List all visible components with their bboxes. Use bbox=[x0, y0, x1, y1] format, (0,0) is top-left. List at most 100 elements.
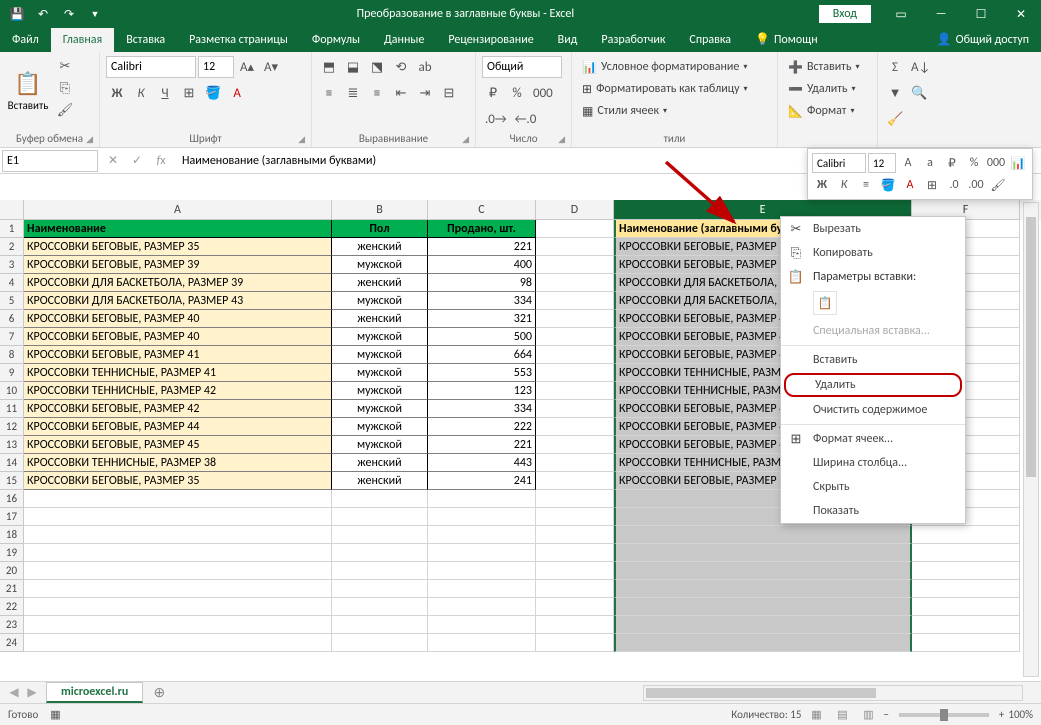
font-color-icon[interactable]: A bbox=[226, 82, 248, 104]
currency-icon[interactable]: ₽ bbox=[482, 82, 504, 104]
cell[interactable] bbox=[428, 598, 536, 616]
mini-font-combo[interactable]: Calibri bbox=[812, 153, 866, 173]
cell[interactable] bbox=[536, 598, 614, 616]
tab-formulas[interactable]: Формулы bbox=[300, 28, 372, 52]
underline-icon[interactable]: Ч bbox=[154, 82, 176, 104]
cell[interactable] bbox=[536, 346, 614, 364]
cell[interactable]: Продано, шт. bbox=[428, 220, 536, 238]
mini-painter-icon[interactable]: 🖌 bbox=[988, 175, 1008, 195]
col-header-D[interactable]: D bbox=[536, 200, 614, 220]
row-header[interactable]: 6 bbox=[0, 310, 24, 328]
cell[interactable]: 400 bbox=[428, 256, 536, 274]
cell[interactable]: КРОССОВКИ ТЕННИСНЫЕ, РАЗМЕР 41 bbox=[24, 364, 332, 382]
ctx-format-cells[interactable]: ⊞Формат ячеек... bbox=[781, 427, 965, 451]
name-box[interactable]: E1 bbox=[2, 150, 98, 172]
row-header[interactable]: 17 bbox=[0, 508, 24, 526]
cell[interactable]: мужской bbox=[332, 292, 428, 310]
ctx-col-width[interactable]: Ширина столбца... bbox=[781, 451, 965, 475]
align-center-icon[interactable]: ≣ bbox=[342, 82, 364, 104]
cell[interactable]: КРОССОВКИ БЕГОВЫЕ, РАЗМЕР 39 bbox=[24, 256, 332, 274]
cell[interactable] bbox=[24, 616, 332, 634]
mini-currency-icon[interactable]: ₽ bbox=[942, 153, 962, 173]
cell[interactable] bbox=[428, 490, 536, 508]
font-size-combo[interactable]: 12 bbox=[198, 56, 234, 78]
macro-icon[interactable]: ▦ bbox=[50, 708, 60, 721]
cell[interactable] bbox=[614, 562, 912, 580]
cell[interactable] bbox=[536, 634, 614, 652]
cell[interactable] bbox=[24, 562, 332, 580]
horizontal-scrollbar[interactable] bbox=[643, 685, 1023, 701]
tab-view[interactable]: Вид bbox=[546, 28, 590, 52]
fx-icon[interactable]: fx bbox=[150, 150, 172, 172]
close-icon[interactable]: ✕ bbox=[1001, 0, 1041, 28]
zoom-level[interactable]: 100% bbox=[1008, 708, 1033, 721]
percent-icon[interactable]: % bbox=[506, 82, 528, 104]
increase-indent-icon[interactable]: ⇥ bbox=[414, 82, 436, 104]
cell[interactable]: КРОССОВКИ ТЕННИСНЫЕ, РАЗМЕР 42 bbox=[24, 382, 332, 400]
cell[interactable] bbox=[614, 580, 912, 598]
cell[interactable] bbox=[536, 490, 614, 508]
minimize-icon[interactable]: — bbox=[921, 0, 961, 28]
cell[interactable] bbox=[536, 364, 614, 382]
cell[interactable] bbox=[536, 328, 614, 346]
cell[interactable] bbox=[536, 616, 614, 634]
launcher-icon[interactable]: ◢ bbox=[86, 134, 93, 145]
cell[interactable]: КРОССОВКИ БЕГОВЫЕ, РАЗМЕР 45 bbox=[24, 436, 332, 454]
find-icon[interactable]: 🔍 bbox=[908, 82, 930, 104]
cell[interactable] bbox=[24, 544, 332, 562]
cell[interactable] bbox=[536, 310, 614, 328]
format-cells-button[interactable]: 📐Формат▾ bbox=[784, 100, 863, 122]
tab-review[interactable]: Рецензирование bbox=[436, 28, 545, 52]
cell[interactable]: КРОССОВКИ ТЕННИСНЫЕ, РАЗМЕР 38 bbox=[24, 454, 332, 472]
enter-formula-icon[interactable]: ✓ bbox=[126, 150, 148, 172]
ctx-delete[interactable]: Удалить bbox=[784, 373, 962, 397]
insert-cells-button[interactable]: ➕Вставить▾ bbox=[784, 56, 863, 78]
mini-size-combo[interactable]: 12 bbox=[868, 153, 896, 173]
cell[interactable]: КРОССОВКИ БЕГОВЫЕ, РАЗМЕР 41 bbox=[24, 346, 332, 364]
cancel-formula-icon[interactable]: ✕ bbox=[102, 150, 124, 172]
ctx-show[interactable]: Показать bbox=[781, 499, 965, 523]
row-header[interactable]: 3 bbox=[0, 256, 24, 274]
font-name-combo[interactable]: Calibri bbox=[106, 56, 196, 78]
row-header[interactable]: 24 bbox=[0, 634, 24, 652]
sheet-tab[interactable]: microexcel.ru bbox=[46, 682, 143, 703]
cell[interactable] bbox=[428, 580, 536, 598]
cell[interactable] bbox=[912, 562, 1020, 580]
redo-icon[interactable]: ↷ bbox=[58, 3, 80, 25]
cell[interactable]: мужской bbox=[332, 418, 428, 436]
zoom-in-icon[interactable]: + bbox=[999, 708, 1004, 721]
orientation-icon[interactable]: ⟲ bbox=[390, 56, 412, 78]
cell[interactable] bbox=[332, 508, 428, 526]
cell[interactable] bbox=[536, 526, 614, 544]
cell[interactable] bbox=[536, 472, 614, 490]
cell[interactable]: 321 bbox=[428, 310, 536, 328]
row-header[interactable]: 11 bbox=[0, 400, 24, 418]
mini-dec0-icon[interactable]: .0 bbox=[944, 175, 964, 195]
maximize-icon[interactable]: ☐ bbox=[961, 0, 1001, 28]
cell[interactable]: женский bbox=[332, 274, 428, 292]
cell[interactable] bbox=[332, 616, 428, 634]
tab-home[interactable]: Главная bbox=[51, 28, 114, 52]
cell[interactable]: мужской bbox=[332, 382, 428, 400]
page-break-icon[interactable]: ▥ bbox=[857, 705, 879, 725]
align-middle-icon[interactable]: ⬓ bbox=[342, 56, 364, 78]
cell[interactable]: Пол bbox=[332, 220, 428, 238]
ctx-copy[interactable]: ⎘Копировать bbox=[781, 241, 965, 265]
cell[interactable] bbox=[24, 508, 332, 526]
cell[interactable]: 664 bbox=[428, 346, 536, 364]
row-header[interactable]: 16 bbox=[0, 490, 24, 508]
cell[interactable] bbox=[536, 292, 614, 310]
cell[interactable] bbox=[428, 526, 536, 544]
tab-layout[interactable]: Разметка страницы bbox=[177, 28, 300, 52]
cell[interactable] bbox=[614, 616, 912, 634]
cell[interactable]: КРОССОВКИ БЕГОВЫЕ, РАЗМЕР 35 bbox=[24, 472, 332, 490]
prev-sheet-icon[interactable]: ◀ bbox=[6, 684, 22, 702]
row-header[interactable]: 2 bbox=[0, 238, 24, 256]
cell[interactable] bbox=[912, 598, 1020, 616]
thousands-icon[interactable]: 000 bbox=[530, 82, 556, 104]
row-header[interactable]: 23 bbox=[0, 616, 24, 634]
merge-icon[interactable]: ⊟ bbox=[438, 82, 460, 104]
cell[interactable] bbox=[332, 580, 428, 598]
vertical-scrollbar[interactable] bbox=[1023, 202, 1039, 677]
cell[interactable]: 500 bbox=[428, 328, 536, 346]
